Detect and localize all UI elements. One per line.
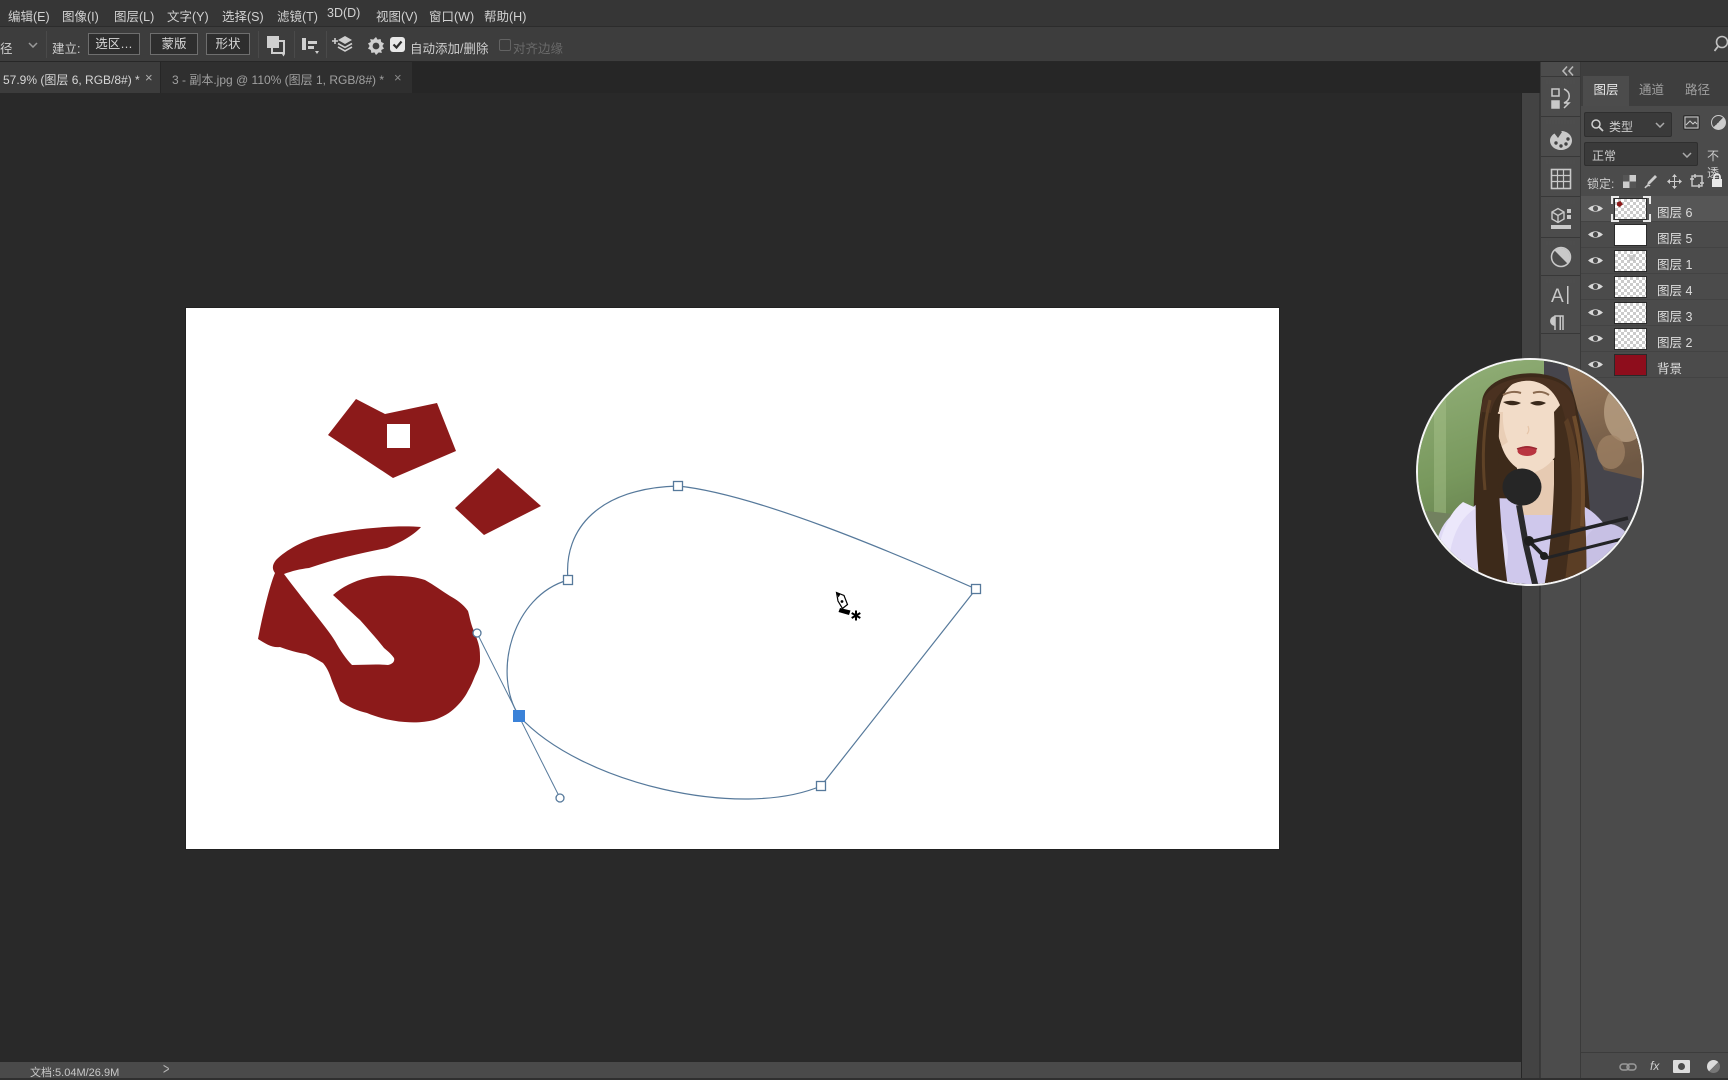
svg-text:A: A bbox=[1551, 286, 1564, 307]
